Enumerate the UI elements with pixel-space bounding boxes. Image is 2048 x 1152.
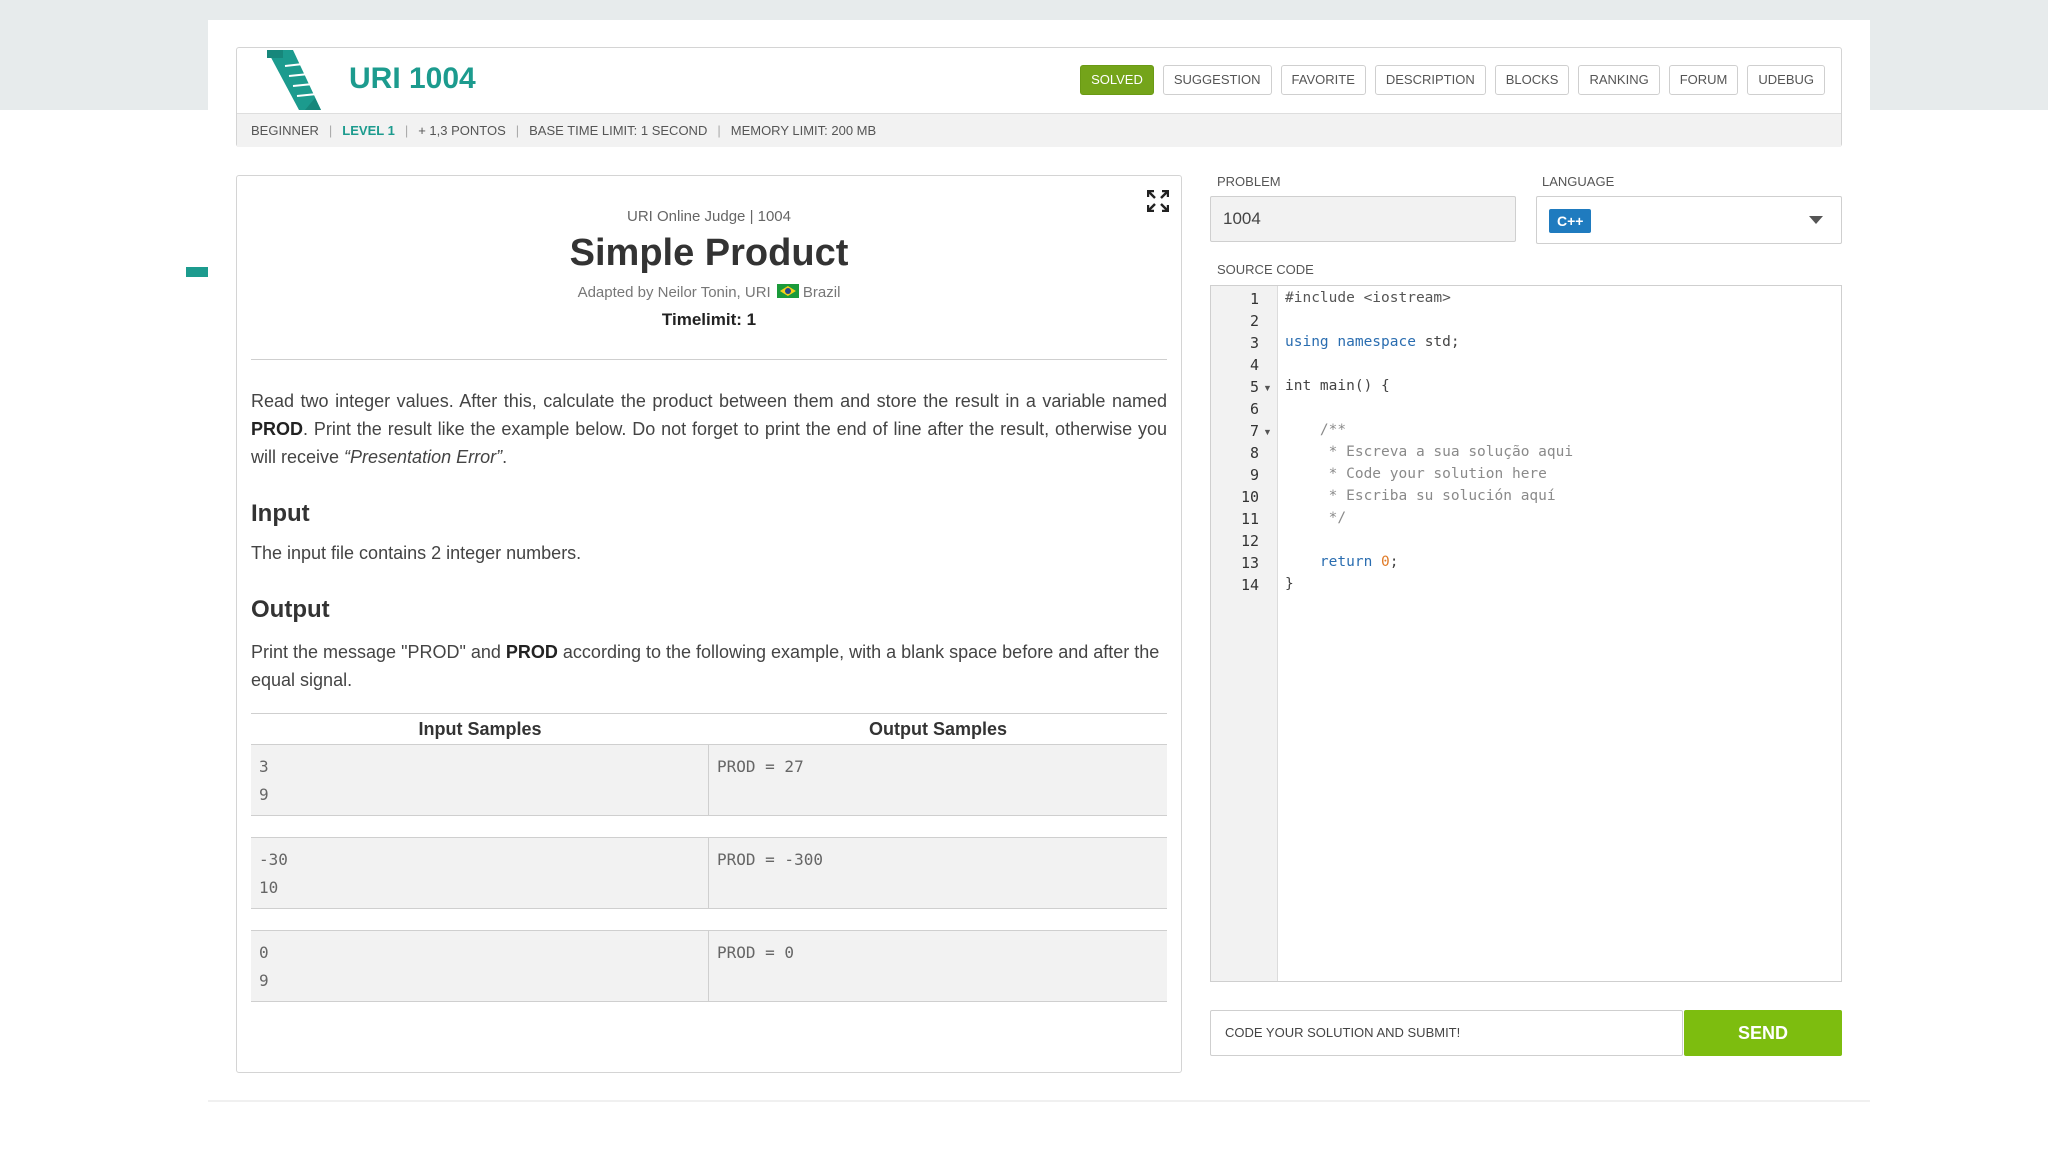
- problem-description: Read two integer values. After this, cal…: [251, 391, 1167, 467]
- code-line: * Code your solution here: [1285, 466, 1547, 482]
- tab-blocks[interactable]: BLOCKS: [1494, 65, 1570, 95]
- sample-spacer: [251, 816, 1167, 838]
- problem-code-title: URI 1004: [349, 62, 476, 95]
- tab-suggestion[interactable]: SUGGESTION: [1162, 65, 1272, 95]
- problem-source: URI Online Judge | 1004: [627, 208, 791, 225]
- sample-row: -30 10 PROD = -300: [251, 838, 1167, 909]
- code-line: * Escreva a sua solução aqui: [1285, 444, 1574, 460]
- source-code-label: SOURCE CODE: [1217, 262, 1314, 277]
- page-bottom-divider: [208, 1100, 1870, 1102]
- language-badge: C++: [1549, 209, 1592, 233]
- prod-keyword: PROD: [251, 419, 304, 439]
- line-number: 14: [1240, 576, 1259, 594]
- output-heading: Output: [251, 596, 330, 623]
- code-editor[interactable]: 1 2 3 4 5 ▼ 6 7 ▼ 8 9 10 11 12 13 14 #in…: [1210, 285, 1842, 982]
- code-line: #include <iostream>: [1285, 290, 1451, 306]
- uri-logo-icon: [267, 50, 321, 110]
- problem-title: Simple Product: [569, 232, 849, 274]
- problem-timelimit: Timelimit: 1: [661, 310, 757, 329]
- output-description: Print the message "PROD" and PROD accord…: [251, 642, 1160, 690]
- line-number: 9: [1249, 466, 1259, 484]
- author-text: Adapted by Neilor Tonin, URI: [577, 284, 771, 301]
- meta-level: LEVEL 1: [342, 123, 395, 138]
- input-heading: Input: [251, 500, 310, 527]
- line-number: 10: [1240, 488, 1259, 506]
- meta-category: BEGINNER: [251, 123, 319, 138]
- sample-row: 3 9 PROD = 27: [251, 745, 1167, 816]
- code-line: return 0;: [1319, 554, 1399, 570]
- language-field-label: LANGUAGE: [1542, 174, 1615, 189]
- line-number: 3: [1249, 334, 1259, 352]
- language-select[interactable]: C++: [1536, 196, 1842, 244]
- chevron-down-icon: [1809, 216, 1823, 224]
- sample-output: PROD = 27: [717, 757, 804, 776]
- line-number: 4: [1249, 356, 1259, 374]
- line-number: 8: [1249, 444, 1259, 462]
- problem-author: Adapted by Neilor Tonin, URI Brazil: [237, 284, 1181, 301]
- editor-gutter: 1 2 3 4 5 ▼ 6 7 ▼ 8 9 10 11 12 13 14: [1211, 286, 1278, 981]
- fold-arrow-icon[interactable]: ▼: [1263, 427, 1272, 437]
- meta-memory-limit: MEMORY LIMIT: 200 MB: [730, 123, 877, 138]
- author-country: Brazil: [802, 284, 841, 301]
- tab-forum[interactable]: FORUM: [1668, 65, 1739, 95]
- sample-output: PROD = -300: [717, 850, 823, 869]
- sample-row: 0 9 PROD = 0: [251, 931, 1167, 1002]
- problem-meta-bar: BEGINNER | LEVEL 1 | + 1,3 PONTOS | BASE…: [237, 113, 1841, 147]
- input-description: The input file contains 2 integer number…: [251, 543, 582, 563]
- line-number: 5: [1249, 378, 1259, 396]
- line-number: 1: [1249, 290, 1259, 308]
- send-button[interactable]: SEND: [1684, 1010, 1842, 1056]
- code-line: }: [1285, 576, 1294, 592]
- samples-header-output: Output Samples: [868, 719, 1007, 739]
- sample-input: 3 9: [251, 745, 709, 815]
- samples-header-row: Input Samples Output Samples: [251, 713, 1167, 745]
- problem-field-label: PROBLEM: [1217, 174, 1281, 189]
- problem-divider: [251, 359, 1167, 360]
- tab-solved[interactable]: SOLVED: [1080, 65, 1154, 95]
- meta-separator: |: [404, 123, 409, 138]
- presentation-error-text: “Presentation Error”: [344, 447, 503, 467]
- brazil-flag-icon: [776, 284, 799, 298]
- submit-message-field: CODE YOUR SOLUTION AND SUBMIT!: [1210, 1010, 1683, 1056]
- meta-separator: |: [717, 123, 721, 138]
- code-line: * Escriba su solución aquí: [1285, 488, 1556, 504]
- meta-time-limit: BASE TIME LIMIT: 1 SECOND: [529, 123, 708, 138]
- line-number: 2: [1249, 312, 1259, 330]
- problem-header: URI 1004 SOLVED SUGGESTION FAVORITE DESC…: [236, 47, 1842, 147]
- submit-row: CODE YOUR SOLUTION AND SUBMIT! SEND: [1210, 1010, 1842, 1056]
- tab-description[interactable]: DESCRIPTION: [1374, 65, 1486, 95]
- line-number: 12: [1240, 532, 1259, 550]
- meta-separator: |: [515, 123, 520, 138]
- samples-header-input: Input Samples: [418, 719, 542, 739]
- tab-favorite[interactable]: FAVORITE: [1280, 65, 1366, 95]
- sample-input: 0 9: [251, 931, 709, 1001]
- sample-output: PROD = 0: [717, 943, 795, 962]
- code-line: /**: [1285, 422, 1347, 438]
- line-number: 11: [1240, 510, 1259, 528]
- line-number: 7: [1249, 422, 1259, 440]
- code-line: */: [1285, 510, 1347, 526]
- line-number: 13: [1240, 554, 1259, 572]
- problem-tabs: SOLVED SUGGESTION FAVORITE DESCRIPTION B…: [1080, 65, 1825, 95]
- meta-separator: |: [328, 123, 333, 138]
- code-line: int main() {: [1285, 378, 1390, 394]
- problem-statement-panel: URI Online Judge | 1004 Simple Product A…: [236, 175, 1182, 1073]
- sample-spacer: [251, 909, 1167, 931]
- sample-input: -30 10: [251, 838, 709, 908]
- tab-udebug[interactable]: UDEBUG: [1747, 65, 1825, 95]
- side-indicator: [186, 267, 208, 277]
- problem-number-field[interactable]: 1004: [1210, 196, 1516, 242]
- tab-ranking[interactable]: RANKING: [1578, 65, 1660, 95]
- prod-keyword: PROD: [505, 642, 558, 662]
- code-line: using namespace std;: [1285, 334, 1460, 350]
- meta-points: + 1,3 PONTOS: [418, 123, 506, 138]
- header-top-bar: URI 1004 SOLVED SUGGESTION FAVORITE DESC…: [237, 48, 1841, 113]
- line-number: 6: [1249, 400, 1259, 418]
- samples-table: Input Samples Output Samples 3 9 PROD = …: [251, 713, 1167, 1002]
- fold-arrow-icon[interactable]: ▼: [1263, 383, 1272, 393]
